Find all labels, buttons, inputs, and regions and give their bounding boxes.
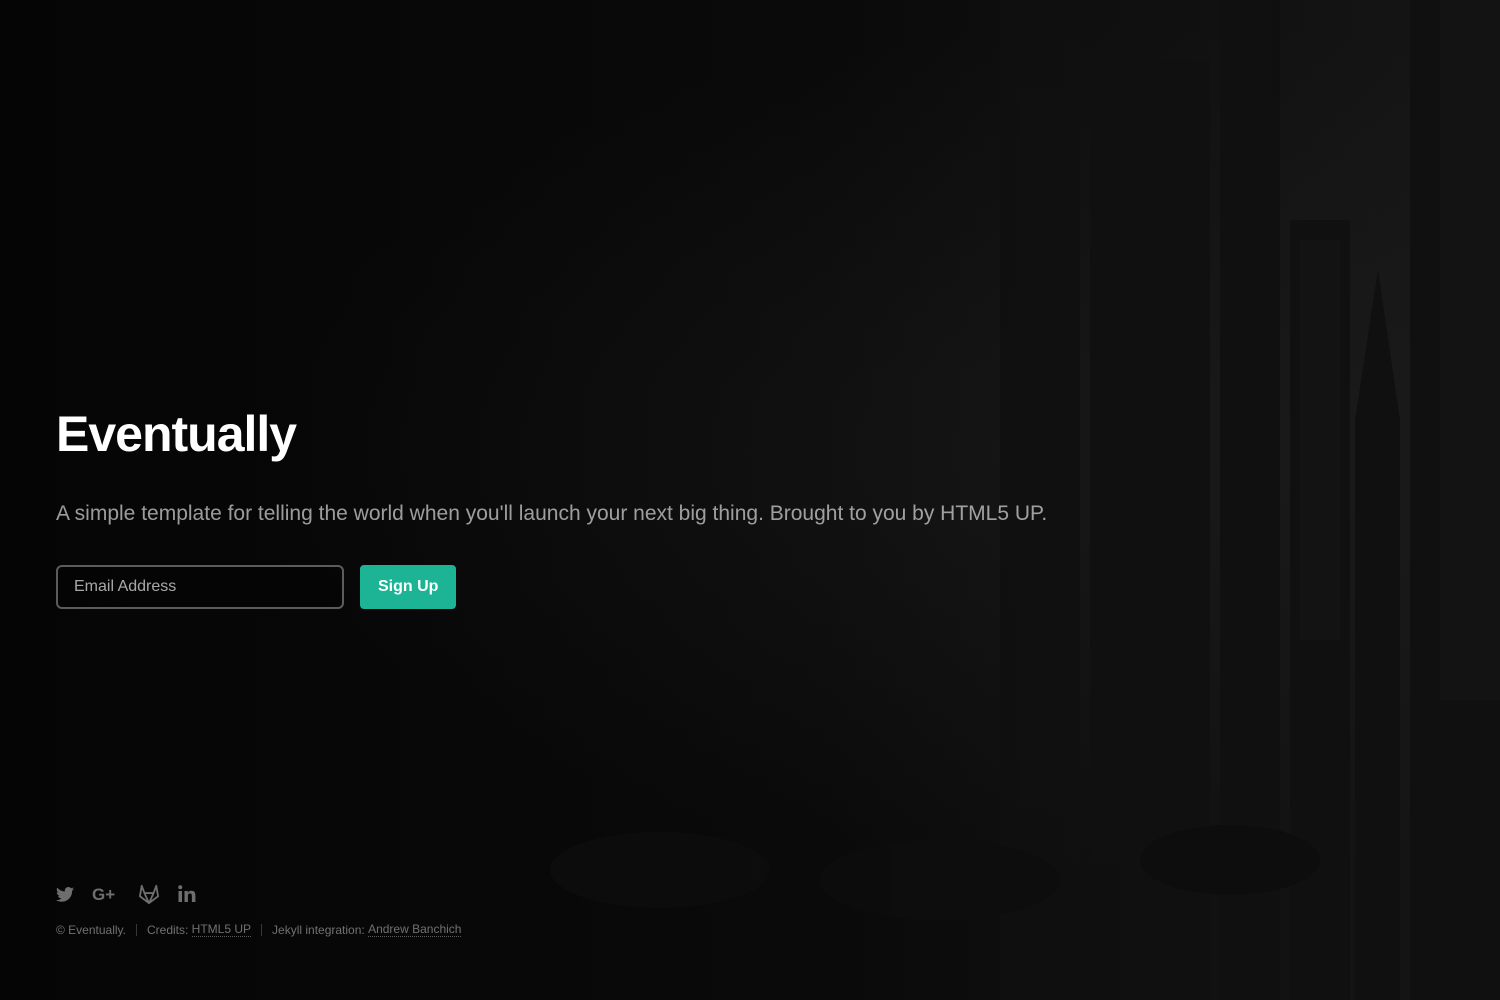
linkedin-icon[interactable]	[178, 880, 196, 908]
google-plus-icon[interactable]: G+	[92, 880, 120, 908]
copyright-line: © Eventually. Credits: HTML5 UP Jekyll i…	[56, 922, 462, 937]
twitter-icon[interactable]	[56, 880, 74, 908]
copyright-text: © Eventually.	[56, 922, 126, 937]
jekyll-label: Jekyll integration:	[272, 922, 365, 937]
hero-section: Eventually A simple template for telling…	[56, 402, 1156, 609]
page-background: Eventually A simple template for telling…	[0, 0, 1500, 1000]
social-icons: G+	[56, 880, 461, 908]
credits-label: Credits:	[146, 922, 189, 937]
email-field[interactable]	[56, 565, 344, 609]
jekyll-author-link[interactable]: Andrew Banchich	[368, 922, 462, 937]
sign-up-button[interactable]: Sign Up	[360, 565, 457, 609]
tagline: A simple template for telling the world …	[56, 502, 1048, 525]
credits-link[interactable]: HTML5 UP	[191, 922, 252, 937]
signup-form: Sign Up	[56, 565, 1156, 609]
divider	[135, 923, 137, 936]
page-title: Eventually	[56, 406, 297, 462]
svg-text:G+: G+	[92, 886, 115, 902]
divider	[261, 923, 263, 936]
footer: G+ © Eventually. Credits: HTML5 UP Jekyl…	[56, 880, 462, 937]
gitlab-icon[interactable]	[138, 880, 160, 908]
